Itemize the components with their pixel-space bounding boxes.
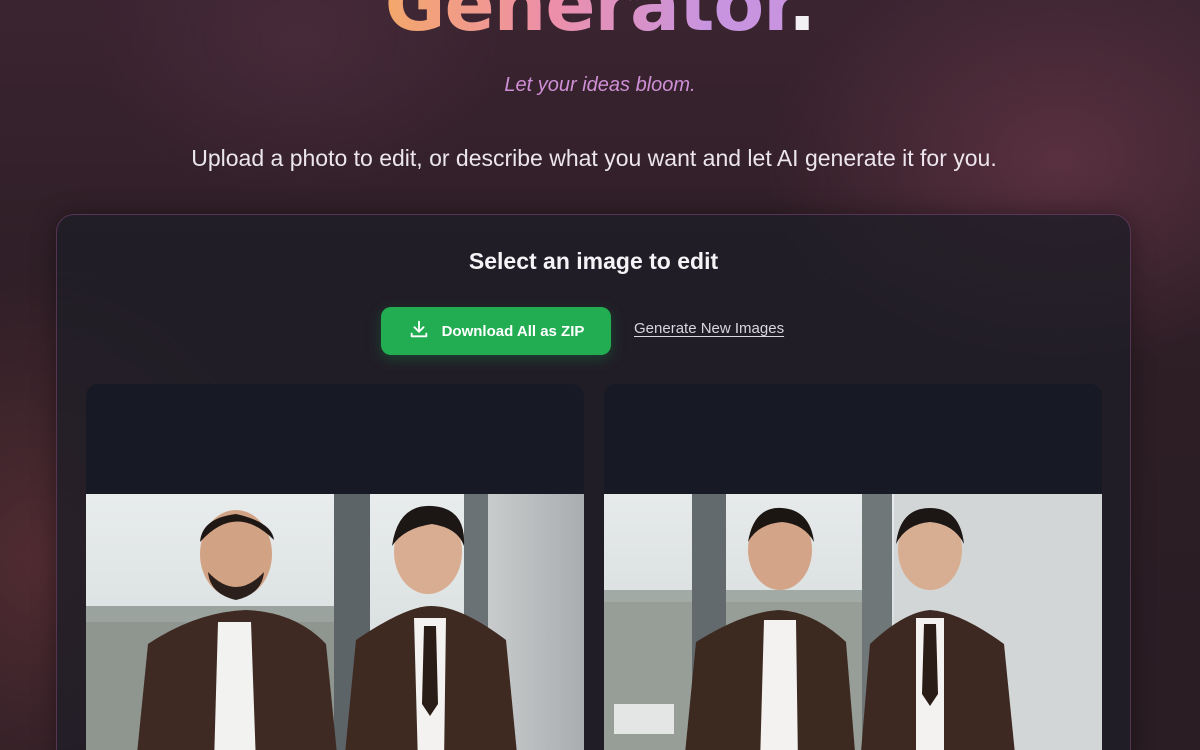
download-icon xyxy=(408,318,430,344)
hero-title-dot: . xyxy=(788,0,816,48)
generated-image-1 xyxy=(86,494,584,750)
generated-image-2 xyxy=(604,494,1102,750)
download-zip-label: Download All as ZIP xyxy=(441,322,585,340)
generate-new-images-link[interactable]: Generate New Images xyxy=(634,320,784,337)
panel-title: Select an image to edit xyxy=(468,248,719,274)
subtitle: Upload a photo to edit, or describe what… xyxy=(191,145,997,171)
download-zip-button[interactable]: Download All as ZIP xyxy=(381,307,611,355)
image-card-2[interactable] xyxy=(604,384,1102,750)
hero-title-text: Generator xyxy=(385,0,789,48)
image-card-1[interactable] xyxy=(86,384,584,750)
hero-title: Generator. xyxy=(0,0,1200,48)
tagline: Let your ideas bloom. xyxy=(504,74,696,96)
